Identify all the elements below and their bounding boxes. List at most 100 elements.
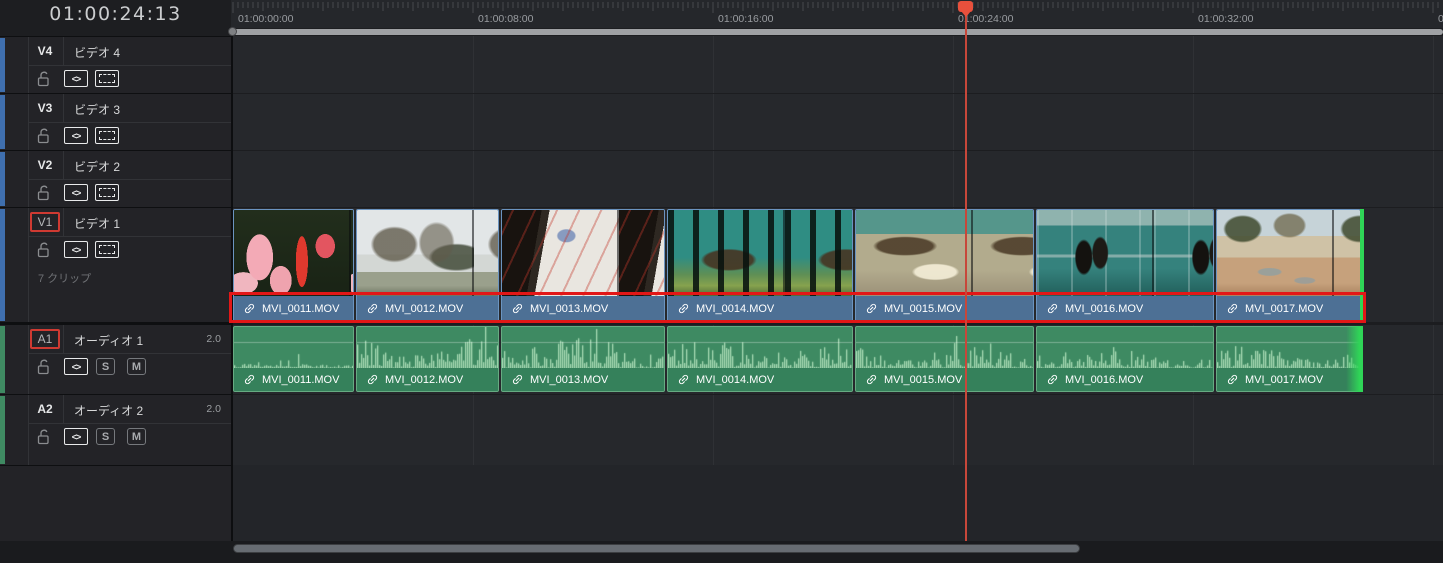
clip-display-button[interactable] [95,127,119,144]
clip-display-button[interactable] [95,241,119,258]
track-target-button[interactable]: V2 [30,158,60,172]
clip-name: MVI_0012.MOV [385,374,463,386]
clip-thumbnail [856,210,1033,296]
auto-select-icon: <> [72,188,81,198]
timeline-empty-area [233,465,1443,541]
clip-display-button[interactable] [95,70,119,87]
track-name[interactable]: ビデオ 4 [74,44,120,61]
track-target-button[interactable]: A2 [30,402,60,416]
video-clip[interactable]: MVI_0013.MOV [501,209,665,322]
track-target-button[interactable]: V1 [30,212,60,232]
zoom-scrollbar-handle[interactable] [228,27,237,36]
track-target-button[interactable]: V4 [30,44,60,58]
lock-button[interactable] [36,70,52,87]
ruler-label: 01:00:40:00 [1438,13,1443,25]
link-icon [508,299,526,317]
timeline-ruler[interactable]: 01:00:00:0001:00:08:0001:00:16:0001:00:2… [231,0,1443,28]
clip-name-bar: MVI_0016.MOV [1037,296,1213,321]
track-separator-line [0,36,231,37]
playhead-handle[interactable] [958,1,973,12]
zoom-scrollbar[interactable] [233,29,1443,35]
clip-name-bar: MVI_0014.MOV [668,368,852,391]
lock-icon [37,128,51,144]
lock-button[interactable] [36,241,52,258]
audio-clip[interactable]: MVI_0015.MOV [855,326,1034,392]
audio-clip[interactable]: MVI_0013.MOV [501,326,665,392]
filmstrip-icon [99,188,115,197]
track-color-strip [0,209,5,321]
ruler-label: 01:00:16:00 [718,13,773,25]
audio-clip[interactable]: MVI_0014.MOV [667,326,853,392]
clip-name-bar: MVI_0011.MOV [234,296,353,321]
clip-name: MVI_0016.MOV [1065,374,1143,386]
link-icon [1043,370,1061,388]
link-icon [1223,299,1241,317]
mute-button[interactable]: M [127,428,146,445]
clip-name-bar: MVI_0015.MOV [856,368,1033,391]
auto-select-button[interactable]: <> [64,70,88,87]
track-separator-line [233,322,1443,325]
lock-button[interactable] [36,127,52,144]
link-icon [1043,299,1061,317]
solo-button[interactable]: S [96,428,115,445]
video-clip[interactable]: MVI_0017.MOV [1216,209,1361,322]
lock-button[interactable] [36,358,52,375]
auto-select-button[interactable]: <> [64,184,88,201]
track-name[interactable]: オーディオ 1 [74,332,143,349]
clip-name: MVI_0016.MOV [1065,303,1143,315]
filmstrip-icon [99,74,115,83]
solo-button[interactable]: S [96,358,115,375]
audio-clip[interactable]: MVI_0016.MOV [1036,326,1214,392]
filmstrip-icon [99,131,115,140]
auto-select-icon: <> [72,131,81,141]
link-icon [674,370,692,388]
timeline-end-marker-video [1360,209,1364,322]
auto-select-button[interactable]: <> [64,241,88,258]
horizontal-scrollbar-thumb[interactable] [233,544,1080,553]
clip-name: MVI_0014.MOV [696,303,774,315]
lock-icon [37,71,51,87]
video-clip[interactable]: MVI_0011.MOV [233,209,354,322]
ruler-label: 01:00:08:00 [478,13,533,25]
lock-button[interactable] [36,428,52,445]
divider [28,122,231,123]
auto-select-button[interactable]: <> [64,428,88,445]
clip-thumbnail [502,210,664,296]
track-name[interactable]: ビデオ 3 [74,101,120,118]
lock-button[interactable] [36,184,52,201]
track-channels-label: 2.0 [206,403,221,415]
track-name[interactable]: オーディオ 2 [74,402,143,419]
clip-thumbnail [668,210,852,296]
clip-name-bar: MVI_0014.MOV [668,296,852,321]
track-separator-line [233,93,1443,94]
track-name[interactable]: ビデオ 2 [74,158,120,175]
divider [63,395,64,423]
clip-name: MVI_0015.MOV [884,303,962,315]
auto-select-button[interactable]: <> [64,127,88,144]
video-clip[interactable]: MVI_0015.MOV [855,209,1034,322]
audio-clip[interactable]: MVI_0011.MOV [233,326,354,392]
audio-waveform [856,327,1033,369]
clip-display-button[interactable] [95,184,119,201]
link-icon [363,299,381,317]
track-target-button[interactable]: V3 [30,101,60,115]
auto-select-button[interactable]: <> [64,358,88,375]
auto-select-icon: <> [72,362,81,372]
clip-name: MVI_0013.MOV [530,303,608,315]
audio-clip[interactable]: MVI_0012.MOV [356,326,499,392]
track-target-button[interactable]: A1 [30,329,60,349]
playhead-line[interactable] [965,12,967,541]
divider [28,179,231,180]
timecode-display[interactable]: 01:00:24:13 [0,0,231,28]
video-clip[interactable]: MVI_0016.MOV [1036,209,1214,322]
track-color-strip [0,95,5,149]
ruler-label: 01:00:32:00 [1198,13,1253,25]
mute-button[interactable]: M [127,358,146,375]
link-icon [674,299,692,317]
video-clip[interactable]: MVI_0012.MOV [356,209,499,322]
video-clip[interactable]: MVI_0014.MOV [667,209,853,322]
timeline-end-marker-audio [1346,326,1363,392]
track-name[interactable]: ビデオ 1 [74,215,120,232]
audio-clip[interactable]: MVI_0017.MOV [1216,326,1361,392]
audio-waveform [668,327,852,369]
